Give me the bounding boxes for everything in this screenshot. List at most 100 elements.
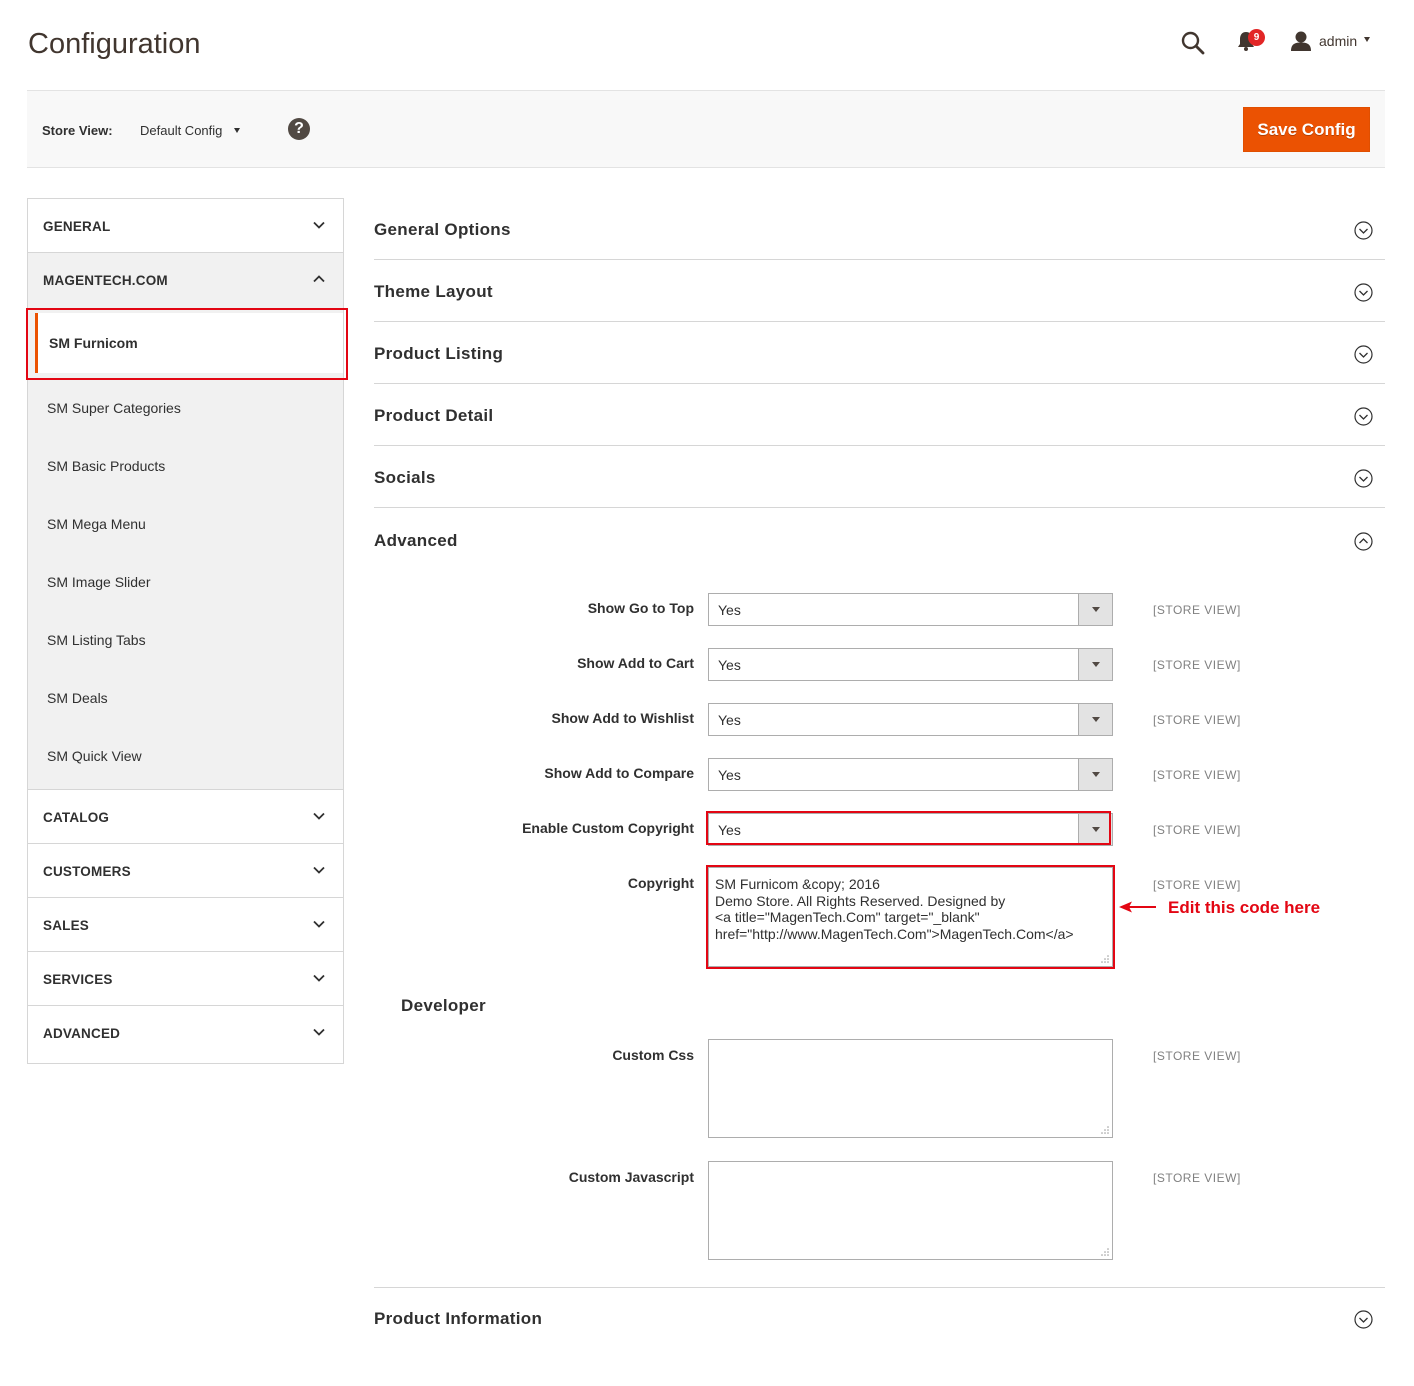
section-socials[interactable]: Socials (374, 446, 1385, 508)
highlight-box (706, 811, 1111, 845)
store-view-switcher[interactable]: Default Config (140, 123, 222, 138)
show-add-to-cart-select[interactable]: Yes (708, 648, 1113, 681)
field-label: Show Add to Compare (544, 765, 694, 781)
sidebar-section-label: SERVICES (43, 972, 113, 987)
expand-circle-icon (1354, 283, 1373, 302)
expand-circle-icon (1354, 345, 1373, 364)
field-row-show-add-to-cart: Show Add to Cart (374, 655, 694, 675)
resize-grip-icon[interactable] (1101, 1126, 1109, 1134)
dropdown-arrow-icon[interactable] (1078, 594, 1112, 625)
field-label: Show Add to Wishlist (551, 710, 694, 726)
user-icon[interactable] (1290, 30, 1312, 52)
chevron-down-icon (313, 221, 325, 229)
sidebar-item-sm-deals[interactable]: SM Deals (28, 669, 343, 727)
store-view-bar: Store View: Default Config ? Save Config (27, 90, 1385, 168)
chevron-down-icon (313, 1028, 325, 1036)
dropdown-arrow-icon[interactable] (1078, 649, 1112, 680)
show-go-to-top-select[interactable]: Yes (708, 593, 1113, 626)
sidebar-section-services[interactable]: SERVICES (28, 952, 343, 1006)
sidebar-section-label: CATALOG (43, 810, 110, 825)
sidebar-section-label: ADVANCED (43, 1026, 121, 1041)
save-config-button[interactable]: Save Config (1243, 107, 1370, 152)
developer-group-title: Developer (401, 996, 486, 1015)
sidebar-section-advanced[interactable]: ADVANCED (28, 1006, 343, 1060)
show-add-to-compare-select[interactable]: Yes (708, 758, 1113, 791)
field-row-enable-custom-copyright: Enable Custom Copyright (374, 820, 694, 840)
caret-down-icon[interactable] (1364, 37, 1370, 42)
sidebar-item-label: SM Basic Products (47, 458, 166, 474)
sidebar-section-catalog[interactable]: CATALOG (28, 790, 343, 844)
custom-css-textarea[interactable] (708, 1039, 1113, 1138)
highlight-box (706, 865, 1115, 969)
admin-username[interactable]: admin (1319, 33, 1357, 49)
dropdown-arrow-icon[interactable] (1078, 759, 1112, 790)
section-product-detail[interactable]: Product Detail (374, 384, 1385, 446)
scope-label: [STORE VIEW] (1153, 878, 1241, 892)
scope-label: [STORE VIEW] (1153, 713, 1241, 727)
field-label: Show Add to Cart (577, 655, 694, 671)
section-advanced[interactable]: Advanced (374, 509, 1385, 571)
sidebar-section-label: CUSTOMERS (43, 864, 131, 879)
chevron-down-icon (313, 812, 325, 820)
sidebar-item-label: SM Super Categories (47, 400, 181, 416)
section-product-listing[interactable]: Product Listing (374, 322, 1385, 384)
select-value: Yes (718, 657, 741, 673)
sidebar-section-label: MAGENTECH.COM (43, 273, 168, 288)
show-add-to-wishlist-select[interactable]: Yes (708, 703, 1113, 736)
sidebar-section-label: SALES (43, 918, 90, 933)
select-value: Yes (718, 767, 741, 783)
field-label: Show Go to Top (587, 600, 694, 616)
sidebar-item-sm-image-slider[interactable]: SM Image Slider (28, 553, 343, 611)
field-label: Enable Custom Copyright (522, 820, 694, 836)
section-title: Theme Layout (374, 282, 493, 301)
scope-label: [STORE VIEW] (1153, 603, 1241, 617)
help-icon[interactable]: ? (288, 118, 310, 140)
select-value: Yes (718, 712, 741, 728)
scope-label: [STORE VIEW] (1153, 658, 1241, 672)
search-icon[interactable] (1180, 30, 1206, 56)
sidebar-item-sm-basic-products[interactable]: SM Basic Products (28, 437, 343, 495)
sidebar-item-label: SM Quick View (47, 748, 142, 764)
section-title: Product Listing (374, 344, 504, 363)
sidebar-item-sm-mega-menu[interactable]: SM Mega Menu (28, 495, 343, 553)
sidebar-item-label: SM Listing Tabs (47, 632, 146, 648)
expand-circle-icon (1354, 407, 1373, 426)
section-title: Socials (374, 468, 436, 487)
custom-javascript-textarea[interactable] (708, 1161, 1113, 1260)
dropdown-arrow-icon[interactable] (1078, 704, 1112, 735)
caret-down-icon[interactable] (234, 128, 240, 133)
scope-label: [STORE VIEW] (1153, 1049, 1241, 1063)
sidebar-section-sales[interactable]: SALES (28, 898, 343, 952)
chevron-up-icon (313, 275, 325, 283)
sidebar-section-label: GENERAL (43, 219, 111, 234)
chevron-down-icon (313, 920, 325, 928)
sidebar-item-sm-listing-tabs[interactable]: SM Listing Tabs (28, 611, 343, 669)
notification-badge[interactable]: 9 (1248, 29, 1265, 46)
sidebar-item-sm-quick-view[interactable]: SM Quick View (28, 727, 343, 789)
chevron-down-icon (313, 866, 325, 874)
scope-label: [STORE VIEW] (1153, 1171, 1241, 1185)
field-row-show-add-to-compare: Show Add to Compare (374, 765, 694, 785)
resize-grip-icon[interactable] (1101, 1248, 1109, 1256)
sidebar-section-general[interactable]: GENERAL (28, 199, 343, 253)
collapse-circle-icon (1354, 532, 1373, 551)
scope-label: [STORE VIEW] (1153, 768, 1241, 782)
section-title: Product Detail (374, 406, 494, 425)
sidebar-item-label: SM Deals (47, 690, 108, 706)
section-general-options[interactable]: General Options (374, 198, 1385, 260)
sidebar-section-magentech[interactable]: MAGENTECH.COM (28, 253, 343, 307)
sidebar-item-sm-super-categories[interactable]: SM Super Categories (28, 379, 343, 437)
field-row-custom-css: Custom Css (374, 1047, 694, 1067)
chevron-down-icon (313, 974, 325, 982)
section-product-information[interactable]: Product Information (374, 1288, 1385, 1350)
select-value: Yes (718, 602, 741, 618)
field-row-custom-javascript: Custom Javascript (374, 1169, 694, 1189)
expand-circle-icon (1354, 1310, 1373, 1329)
scope-label: [STORE VIEW] (1153, 823, 1241, 837)
page-title: Configuration (28, 28, 201, 60)
annotation-text: Edit this code here (1168, 898, 1321, 917)
field-row-show-add-to-wishlist: Show Add to Wishlist (374, 710, 694, 730)
section-theme-layout[interactable]: Theme Layout (374, 260, 1385, 322)
sidebar-section-customers[interactable]: CUSTOMERS (28, 844, 343, 898)
section-title: Product Information (374, 1309, 543, 1328)
